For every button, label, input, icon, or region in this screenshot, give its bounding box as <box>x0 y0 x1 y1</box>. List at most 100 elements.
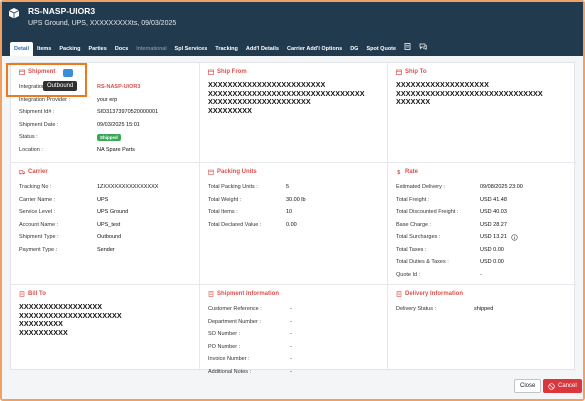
row-label: Total Taxes : <box>396 246 427 253</box>
packing-row-declared: Total Declared Value : 0.00 <box>208 219 379 232</box>
packing-row-units: Total Packing Units : 5 <box>208 181 379 194</box>
row-label: Carrier Name : <box>19 196 56 203</box>
shipment-highlight-box <box>6 63 87 97</box>
rate-row-base-charge: Base Charge : USD 28.27 <box>396 219 568 232</box>
shipment-information-title-label: Shipment Information <box>217 291 279 297</box>
row-label: Shipment Date : <box>19 121 59 128</box>
shipment-information-panel-title: Shipment Information <box>208 291 379 297</box>
carrier-row-payment: Payment Type : Sender <box>19 244 191 257</box>
receipt-icon <box>19 291 25 297</box>
tab-items[interactable]: Items <box>33 42 55 56</box>
row-label: Status : <box>19 134 38 141</box>
row-label: Customer Reference : <box>208 306 262 313</box>
carrier-row-tracking: Tracking No : 1ZXXXXXXXXXXXXXXX <box>19 181 191 194</box>
row-label: Tracking No : <box>19 184 52 191</box>
row-value: - <box>290 331 292 338</box>
shipment-subtitle: UPS Ground, UPS, XXXXXXXXXts, 09/03/2025 <box>28 20 177 27</box>
tab-docs[interactable]: Docs <box>111 42 132 56</box>
row-label: Shipment Id# : <box>19 109 55 116</box>
dollar-icon: $ <box>397 170 400 175</box>
row-value: 30.00 lb <box>286 196 306 203</box>
tab-packing[interactable]: Packing <box>55 42 84 56</box>
shipinfo-row-invoice-number: Invoice Number : - <box>208 353 379 366</box>
row-value: 5 <box>286 184 290 191</box>
info-icon[interactable] <box>511 234 518 241</box>
tab-documents-icon[interactable] <box>400 42 415 56</box>
rate-panel: $ Rate Estimated Delivery : 09/08/2025 23… <box>388 163 576 285</box>
row-value: 09/03/2025 15:01 <box>97 121 140 128</box>
row-label: Total Duties & Taxes : <box>396 259 449 266</box>
tab-addl-details[interactable]: Add'l Details <box>242 42 283 56</box>
document-icon <box>208 291 214 297</box>
chat-icon <box>419 43 427 51</box>
shipinfo-row-customer-ref: Customer Reference : - <box>208 303 379 316</box>
tab-spot-quote[interactable]: Spot Quote <box>362 42 400 56</box>
detail-content: Shipment Integration RS-NASP-UIOR3 Integr… <box>10 62 576 375</box>
shipinfo-row-so-number: SO Number : - <box>208 328 379 341</box>
row-label: SO Number : <box>208 331 241 338</box>
row-value: UPS <box>97 196 109 203</box>
carrier-panel: Carrier Tracking No : 1ZXXXXXXXXXXXXXXX C… <box>11 163 200 285</box>
outbound-tooltip: Outbound <box>43 81 78 91</box>
row-label: PO Number : <box>208 343 241 350</box>
row-value: - <box>290 356 292 363</box>
row-value: - <box>290 318 292 325</box>
rate-row-discounted-freight: Total Discounted Freight : USD 40.03 <box>396 206 568 219</box>
row-value: USD 40.03 <box>480 209 507 216</box>
row-value: - <box>480 271 482 278</box>
row-value: Sender <box>97 246 115 253</box>
row-value: UPS_test <box>97 221 121 228</box>
delivery-information-panel-title: Delivery Information <box>396 291 568 297</box>
row-value: - <box>290 306 292 313</box>
row-label: Integration Provider : <box>19 96 71 103</box>
carrier-row-shipment-type: Shipment Type : Outbound <box>19 231 191 244</box>
ship-to-line: XXXXXXX <box>396 97 431 106</box>
row-label: Location : <box>19 146 43 153</box>
delivery-row-status: Delivery Status : shipped <box>396 303 568 316</box>
row-value: Outbound <box>97 234 122 241</box>
rate-panel-title: $ Rate <box>396 169 568 175</box>
calendar-icon <box>396 69 402 75</box>
ship-from-line: XXXXXXXXX <box>208 105 253 115</box>
row-label: Service Level : <box>19 209 56 216</box>
row-label: Account Name : <box>19 221 59 228</box>
svg-text:$: $ <box>397 170 400 175</box>
tab-carrier-addl-options[interactable]: Carrier Add'l Options <box>283 42 346 56</box>
bill-to-panel: Bill To XXXXXXXXXXXXXXXXX XXXXXXXXXXXXXX… <box>11 285 200 371</box>
tab-international[interactable]: International <box>132 42 170 56</box>
bill-to-title-label: Bill To <box>28 291 46 297</box>
cancel-button[interactable]: Cancel <box>543 379 582 393</box>
tab-spl-services[interactable]: Spl Services <box>171 42 212 56</box>
shipment-detail-window: RS-NASP-UIOR3 UPS Ground, UPS, XXXXXXXXX… <box>0 0 585 401</box>
close-button[interactable]: Close <box>514 379 542 393</box>
document-icon <box>404 43 411 50</box>
row-value: 0.00 <box>286 221 297 228</box>
ship-to-panel-title: Ship To <box>396 69 568 75</box>
shipment-row-status: Status : Shipped <box>19 131 191 144</box>
row-label: Invoice Number : <box>208 356 250 363</box>
tab-comments-icon[interactable] <box>415 42 431 56</box>
tab-parties[interactable]: Parties <box>84 42 110 56</box>
tab-detail[interactable]: Detail <box>10 42 33 56</box>
shipment-information-panel: Shipment Information Customer Reference … <box>200 285 388 375</box>
row-value: 1ZXXXXXXXXXXXXXXX <box>97 184 159 191</box>
row-value: USD 13.21 <box>480 234 507 241</box>
cancel-icon <box>548 382 555 390</box>
shipment-row-location: Location : NA Spare Parts <box>19 144 191 157</box>
row-value: shipped <box>474 306 494 313</box>
truck-icon <box>19 170 25 175</box>
dialog-footer: Close Cancel <box>2 374 583 399</box>
calendar-icon <box>208 69 214 75</box>
tab-dg[interactable]: DG <box>346 42 362 56</box>
row-label: Delivery Status : <box>396 306 437 313</box>
carrier-title-label: Carrier <box>28 169 48 175</box>
ship-to-panel: Ship To XXXXXXXXXXXXXXXXXXX XXXXXXXXXXXX… <box>388 63 576 163</box>
row-value: SID31373970520000001 <box>97 109 159 116</box>
rate-row-surcharges: Total Surcharges : USD 13.21 <box>396 231 568 244</box>
tab-tracking[interactable]: Tracking <box>211 42 242 56</box>
rate-row-estimated-delivery: Estimated Delivery : 09/08/2025 23:00 <box>396 181 568 194</box>
row-label: Quote Id : <box>396 271 421 278</box>
ship-from-panel: Ship From XXXXXXXXXXXXXXXXXXXXXXXX XXXXX… <box>200 63 388 163</box>
row-label: Total Surcharges : <box>396 234 441 241</box>
row-label: Total Freight : <box>396 196 430 203</box>
